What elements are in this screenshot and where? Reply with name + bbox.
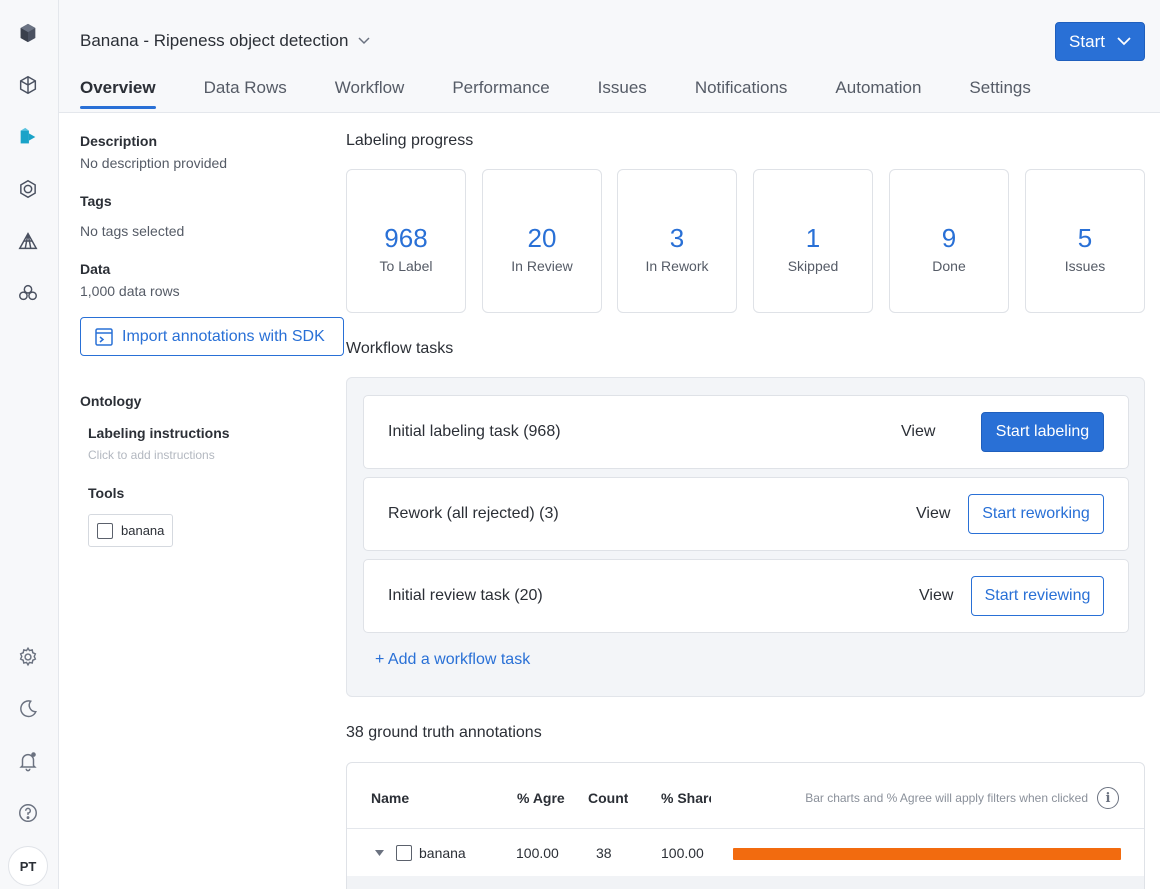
- workflow-task-name: Initial review task (20): [388, 587, 543, 604]
- column-header-count[interactable]: Count: [588, 790, 628, 806]
- workflow-task-row: Rework (all rejected) (3) View Start rew…: [363, 477, 1129, 551]
- tab-issues[interactable]: Issues: [598, 78, 647, 108]
- start-button[interactable]: Start: [1055, 22, 1145, 61]
- tab-automation[interactable]: Automation: [835, 78, 921, 108]
- tab-performance[interactable]: Performance: [452, 78, 549, 108]
- tools-label: Tools: [88, 485, 125, 501]
- annotate-icon[interactable]: [15, 124, 41, 150]
- stat-value: 968: [384, 223, 428, 253]
- start-labeling-button[interactable]: Start labeling: [981, 412, 1104, 452]
- stat-label: To Label: [379, 258, 433, 274]
- chevron-down-icon: [358, 34, 370, 48]
- tab-overview[interactable]: Overview: [80, 78, 156, 109]
- project-tabs: Overview Data Rows Workflow Performance …: [80, 78, 1079, 109]
- stat-card-issues[interactable]: 5 Issues: [1025, 169, 1145, 313]
- stat-card-in-review[interactable]: 20 In Review: [482, 169, 602, 313]
- add-workflow-task-link[interactable]: + Add a workflow task: [375, 651, 530, 669]
- tool-checkbox[interactable]: [97, 522, 113, 539]
- chevron-down-icon: [1117, 37, 1131, 46]
- start-reviewing-button[interactable]: Start reviewing: [971, 576, 1104, 616]
- import-annotations-sdk-label: Import annotations with SDK: [122, 327, 325, 345]
- start-button-label: Start: [1069, 31, 1105, 51]
- stat-label: Issues: [1064, 258, 1106, 274]
- description-value: No description provided: [80, 155, 228, 171]
- help-icon[interactable]: [15, 800, 41, 826]
- app-logo-icon[interactable]: [15, 20, 41, 46]
- stat-value: 9: [941, 223, 957, 253]
- user-avatar[interactable]: PT: [8, 846, 48, 886]
- workforce-icon[interactable]: [15, 280, 41, 306]
- tags-label: Tags: [80, 193, 112, 209]
- labeling-progress-title: Labeling progress: [346, 132, 474, 149]
- start-reworking-button[interactable]: Start reworking: [968, 494, 1104, 534]
- data-label: Data: [80, 261, 111, 277]
- dark-mode-icon[interactable]: [15, 696, 41, 722]
- view-task-link[interactable]: View: [916, 505, 950, 523]
- stat-value: 5: [1077, 223, 1093, 253]
- tab-data-rows[interactable]: Data Rows: [204, 78, 287, 108]
- workflow-task-name: Initial labeling task (968): [388, 423, 561, 440]
- evaluate-icon[interactable]: [15, 228, 41, 254]
- column-header-agree[interactable]: % Agree: [517, 790, 565, 806]
- stat-value: 20: [527, 223, 557, 253]
- column-header-share[interactable]: % Share: [661, 790, 711, 806]
- tags-value[interactable]: No tags selected: [80, 223, 184, 239]
- stat-card-skipped[interactable]: 1 Skipped: [753, 169, 873, 313]
- project-title: Banana - Ripeness object detection: [80, 31, 349, 50]
- share-bar[interactable]: [733, 848, 1121, 860]
- stat-value: 3: [669, 223, 685, 253]
- tab-workflow[interactable]: Workflow: [335, 78, 405, 108]
- info-icon[interactable]: i: [1097, 787, 1119, 809]
- tab-settings[interactable]: Settings: [969, 78, 1030, 108]
- row-checkbox[interactable]: [396, 845, 412, 861]
- notifications-bell-icon[interactable]: [15, 748, 41, 774]
- workflow-task-name: Rework (all rejected) (3): [388, 505, 559, 522]
- stat-card-to-label[interactable]: 968 To Label: [346, 169, 466, 313]
- labeling-instructions-label: Labeling instructions: [88, 425, 230, 441]
- catalog-icon[interactable]: [15, 72, 41, 98]
- stat-label: Done: [932, 258, 966, 274]
- description-label: Description: [80, 133, 158, 149]
- left-nav-rail: PT: [0, 0, 59, 889]
- table-footer-row: [347, 876, 1144, 889]
- table-row[interactable]: banana 100.00 38 100.00: [347, 829, 1144, 876]
- model-icon[interactable]: [15, 176, 41, 202]
- row-name: banana: [419, 845, 466, 861]
- ground-truth-table: Name % Agree Count % Share Bar charts an…: [346, 762, 1145, 889]
- stat-label: In Rework: [645, 258, 709, 274]
- tool-chip[interactable]: banana: [88, 514, 174, 547]
- stat-label: In Review: [511, 258, 573, 274]
- stat-label: Skipped: [787, 258, 839, 274]
- ontology-label: Ontology: [80, 393, 142, 409]
- tool-name: banana: [121, 523, 165, 538]
- tab-notifications[interactable]: Notifications: [695, 78, 788, 108]
- view-task-link[interactable]: View: [901, 423, 935, 441]
- workflow-task-row: Initial review task (20) View Start revi…: [363, 559, 1129, 633]
- project-header: Banana - Ripeness object detection Start…: [59, 0, 1160, 113]
- caret-down-icon[interactable]: [375, 850, 384, 856]
- row-agree[interactable]: 100.00: [516, 845, 559, 861]
- code-terminal-icon: [95, 327, 113, 346]
- table-header: Name % Agree Count % Share Bar charts an…: [347, 763, 1144, 829]
- column-header-name[interactable]: Name: [371, 790, 409, 806]
- table-hint: Bar charts and % Agree will apply filter…: [805, 791, 1088, 805]
- view-task-link[interactable]: View: [919, 587, 953, 605]
- import-annotations-sdk-button[interactable]: Import annotations with SDK: [80, 317, 344, 356]
- workflow-tasks-panel: Initial labeling task (968) View Start l…: [346, 377, 1145, 697]
- row-share: 100.00: [661, 845, 704, 861]
- stat-value: 1: [805, 223, 821, 253]
- ground-truth-title: 38 ground truth annotations: [346, 724, 542, 741]
- stat-card-in-rework[interactable]: 3 In Rework: [617, 169, 737, 313]
- labeling-instructions-hint[interactable]: Click to add instructions: [88, 448, 215, 462]
- stat-card-done[interactable]: 9 Done: [889, 169, 1009, 313]
- settings-icon[interactable]: [15, 644, 41, 670]
- data-value: 1,000 data rows: [80, 283, 180, 299]
- row-count: 38: [596, 845, 612, 861]
- project-title-dropdown[interactable]: Banana - Ripeness object detection: [80, 31, 370, 51]
- workflow-tasks-title: Workflow tasks: [346, 340, 454, 357]
- workflow-task-row: Initial labeling task (968) View Start l…: [363, 395, 1129, 469]
